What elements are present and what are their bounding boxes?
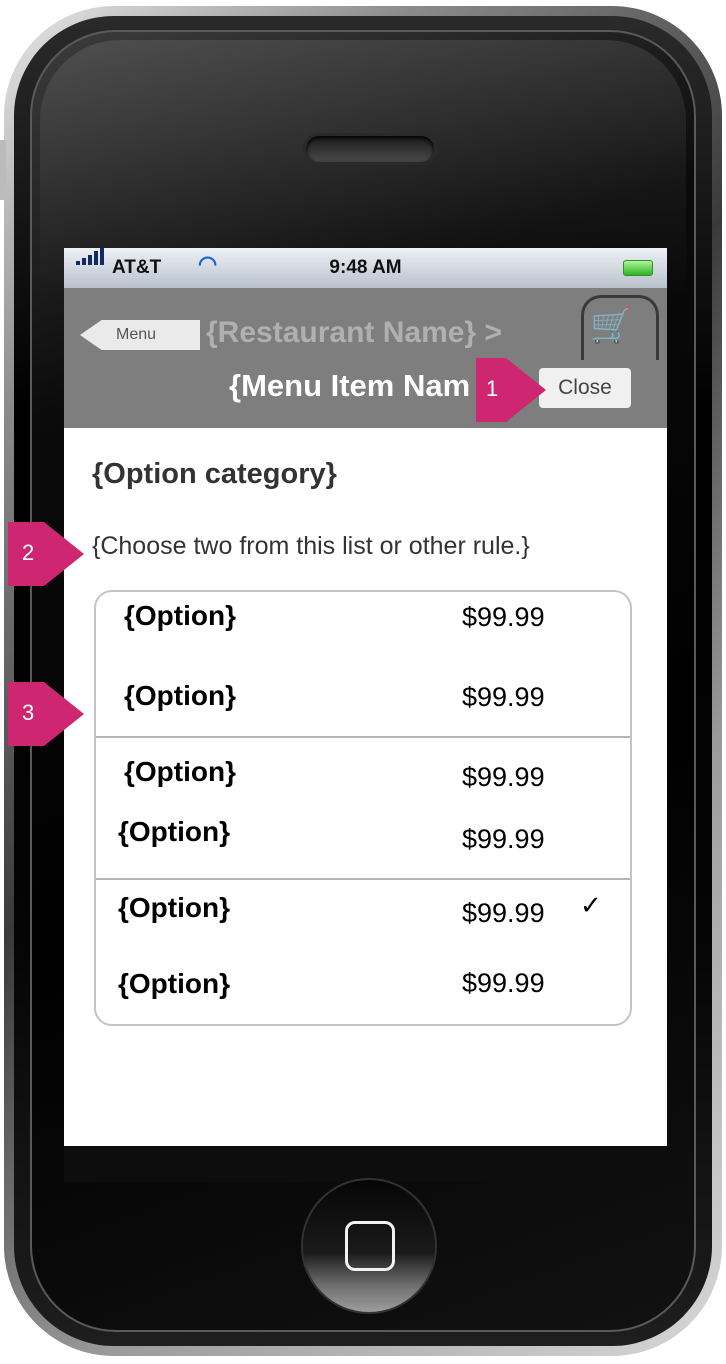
option-group: {Option} $99.99 {Option} $99.99: [96, 592, 630, 736]
option-label[interactable]: {Option}: [124, 600, 236, 632]
annotation-marker-2: 2: [8, 522, 84, 586]
options-list: {Option} $99.99 {Option} $99.99 {Option}…: [94, 590, 632, 1026]
status-bar: AT&T ◠ 9:48 AM: [64, 248, 667, 288]
restaurant-name-breadcrumb[interactable]: {Restaurant Name} >: [206, 316, 502, 350]
phone-screen: AT&T ◠ 9:48 AM Menu {Restaurant Name} > …: [64, 248, 667, 1146]
menu-back-button[interactable]: Menu: [80, 320, 200, 350]
option-label[interactable]: {Option}: [124, 756, 236, 788]
option-price: $99.99: [462, 968, 545, 998]
screen-bottom-bezel: [64, 1146, 667, 1182]
option-label[interactable]: {Option}: [118, 892, 230, 924]
status-time: 9:48 AM: [329, 257, 402, 278]
iphone-frame: AT&T ◠ 9:48 AM Menu {Restaurant Name} > …: [0, 0, 726, 1364]
close-button[interactable]: Close: [539, 368, 631, 408]
option-label[interactable]: {Option}: [124, 680, 236, 712]
annotation-marker-3: 3: [8, 682, 84, 746]
checkmark-icon: ✓: [580, 890, 602, 920]
annotation-number: 3: [22, 700, 35, 725]
option-label[interactable]: {Option}: [118, 968, 230, 1000]
selection-rule-text: {Choose two from this list or other rule…: [92, 532, 530, 560]
option-price: $99.99: [462, 602, 545, 632]
menu-item-title: {Menu Item Nam: [229, 368, 471, 403]
option-price: $99.99: [462, 824, 545, 854]
shopping-cart-icon: 🛒: [590, 307, 633, 345]
option-label[interactable]: {Option}: [118, 816, 230, 848]
option-price: $99.99: [462, 762, 545, 792]
annotation-number: 2: [22, 540, 35, 565]
annotation-number: 1: [486, 376, 499, 401]
annotation-marker-1: 1: [476, 358, 546, 422]
navigation-bar: Menu {Restaurant Name} > 🛒 {Menu Item Na…: [64, 288, 667, 428]
back-button-label: Menu: [116, 326, 157, 343]
option-price: $99.99: [462, 682, 545, 712]
earpiece-speaker: [306, 136, 434, 162]
option-price: $99.99: [462, 898, 545, 928]
option-group: {Option} $99.99 ✓ {Option} $99.99: [96, 878, 630, 1024]
option-category-heading: {Option category}: [92, 458, 337, 490]
mute-switch: [0, 140, 6, 200]
home-square-icon: [345, 1221, 395, 1271]
option-group: {Option} $99.99 {Option} $99.99: [96, 736, 630, 880]
battery-icon: [623, 260, 653, 276]
